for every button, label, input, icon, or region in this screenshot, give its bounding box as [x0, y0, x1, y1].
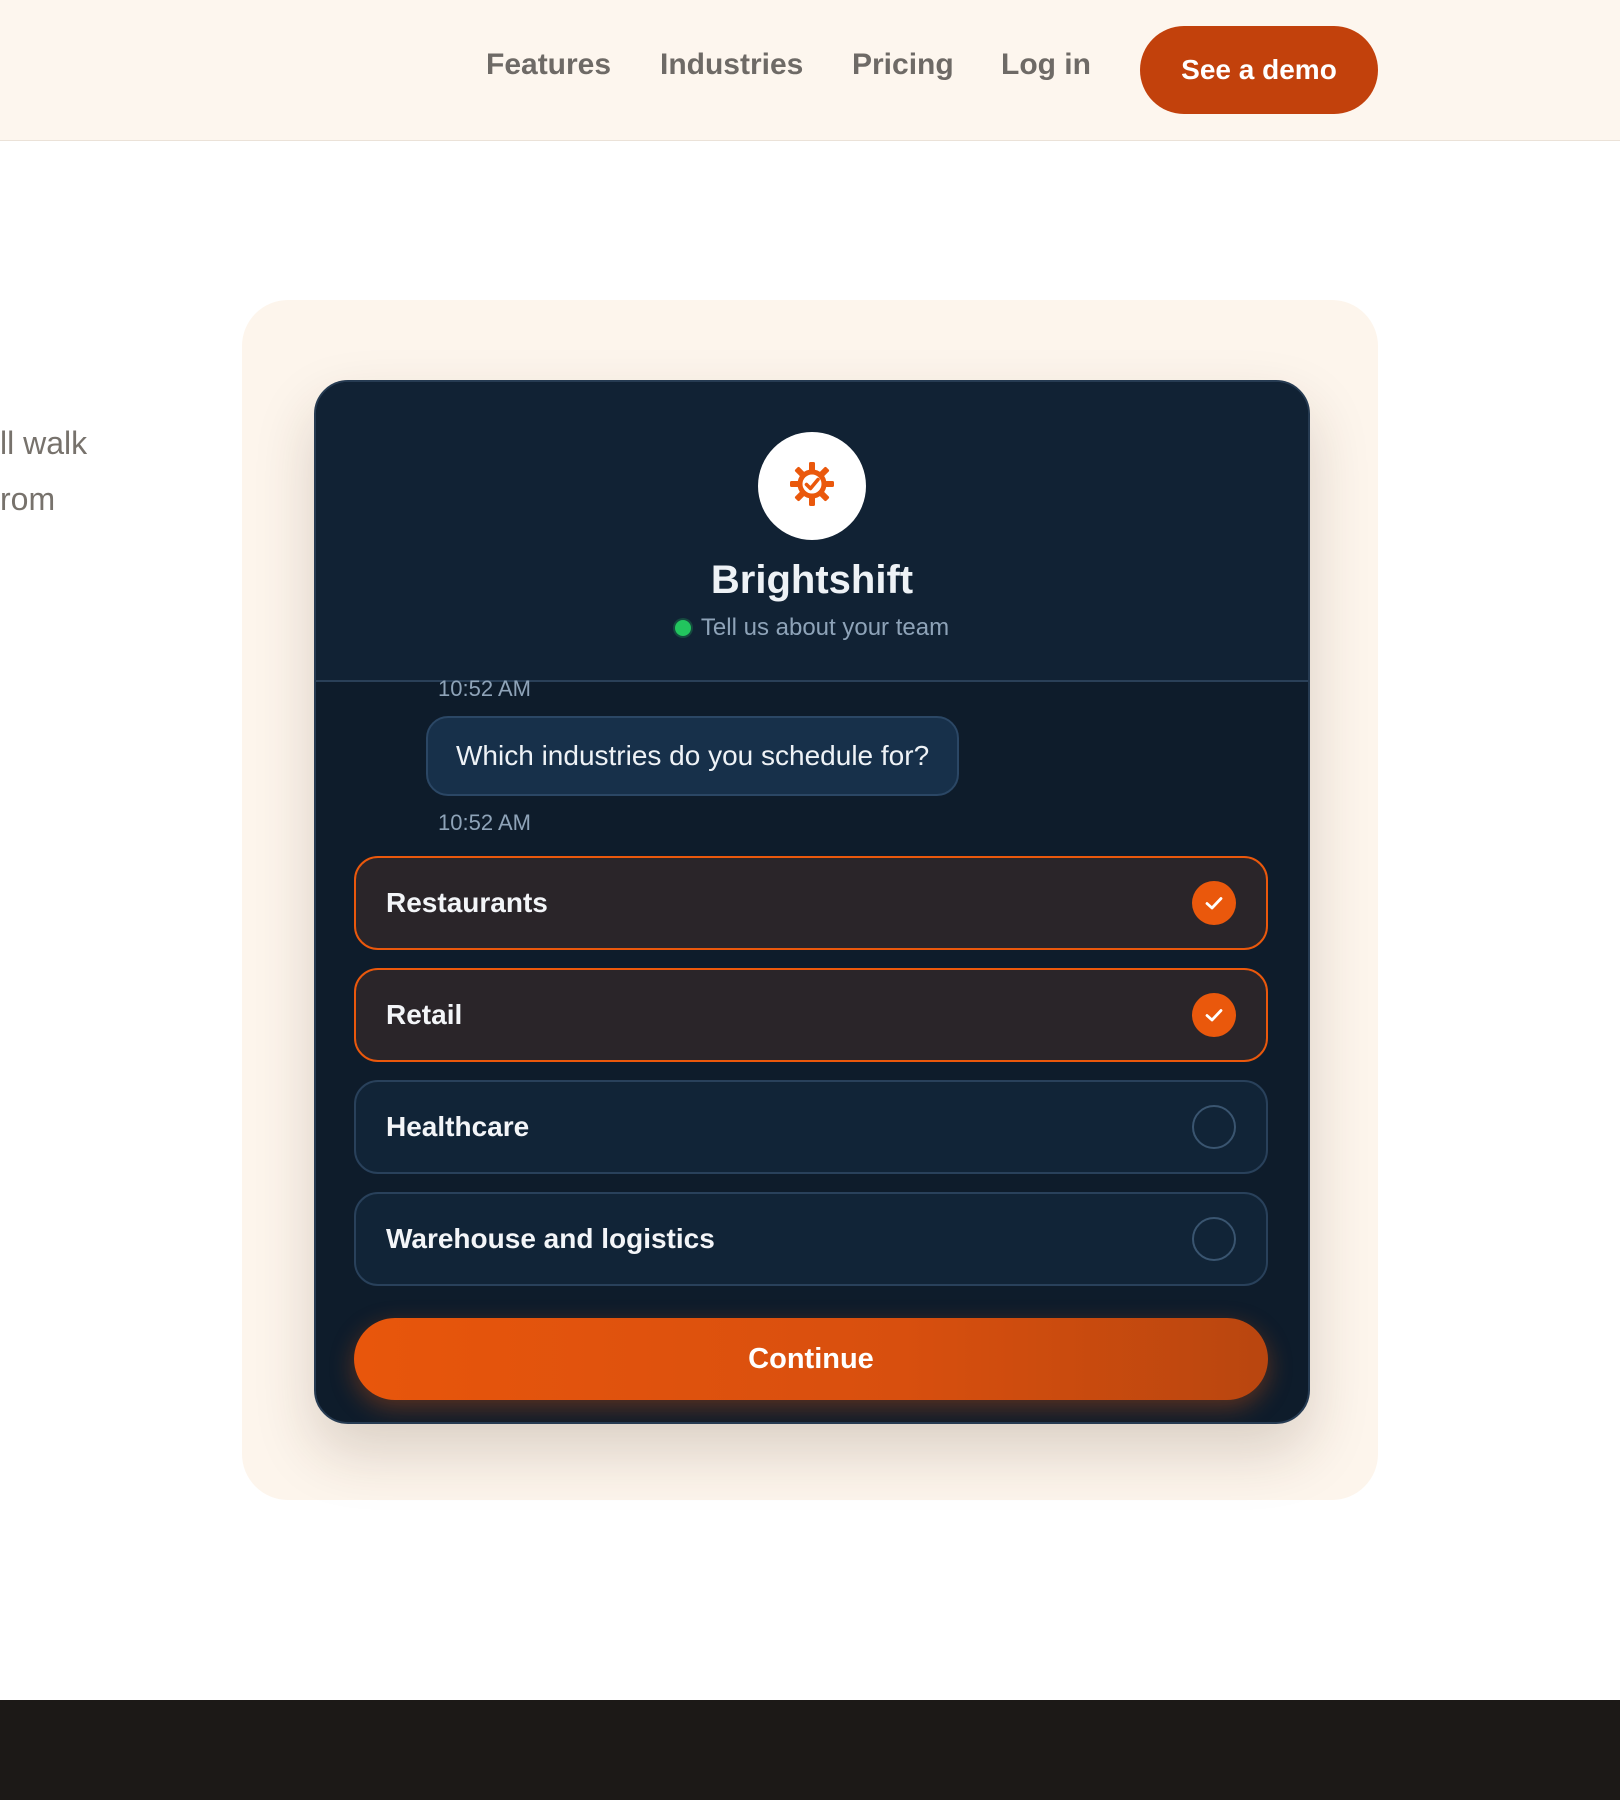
message-timestamp: 10:52 AM	[438, 676, 531, 701]
bot-question-bubble: Which industries do you schedule for?	[426, 716, 960, 796]
option-warehouse-and-logistics[interactable]: Warehouse and logistics	[354, 1192, 1268, 1286]
option-label: Restaurants	[386, 887, 548, 918]
option-retail[interactable]: Retail	[354, 968, 1268, 1062]
option-label: Healthcare	[386, 1111, 530, 1142]
bot-name: Brightshift	[710, 558, 914, 602]
bot-avatar	[758, 432, 866, 540]
status-line: Tell us about your team	[316, 614, 1308, 642]
hero-text-fragment-2: rom	[0, 481, 56, 517]
status-text: Tell us about your team	[700, 614, 950, 641]
nav-link-pricing[interactable]: Pricing	[852, 48, 954, 82]
footer	[0, 1700, 1620, 1800]
checkmark-icon	[1192, 993, 1236, 1037]
online-status-icon	[674, 620, 691, 636]
see-a-demo-button[interactable]: See a demo	[1140, 26, 1378, 114]
question-timestamp: 10:52 AM	[438, 810, 531, 835]
hero-text-fragment-1: ll walk	[0, 425, 88, 461]
chat-widget: Brightshift Tell us about your team 10:5…	[314, 380, 1310, 1424]
checkmark-icon	[1192, 881, 1236, 925]
chat-header: Brightshift Tell us about your team	[316, 382, 1308, 682]
gear-check-icon	[787, 459, 837, 514]
empty-checkbox-icon	[1192, 1217, 1236, 1261]
option-label: Warehouse and logistics	[386, 1223, 715, 1254]
option-healthcare[interactable]: Healthcare	[354, 1080, 1268, 1174]
nav-link-log-in[interactable]: Log in	[1001, 48, 1091, 82]
empty-checkbox-icon	[1192, 1105, 1236, 1149]
option-label: Retail	[386, 999, 463, 1030]
top-navigation: Features Industries Pricing Log in See a…	[0, 0, 1620, 141]
continue-button[interactable]: Continue	[354, 1318, 1268, 1400]
nav-link-industries[interactable]: Industries	[660, 48, 803, 82]
nav-link-features[interactable]: Features	[486, 48, 611, 82]
option-restaurants[interactable]: Restaurants	[354, 856, 1268, 950]
